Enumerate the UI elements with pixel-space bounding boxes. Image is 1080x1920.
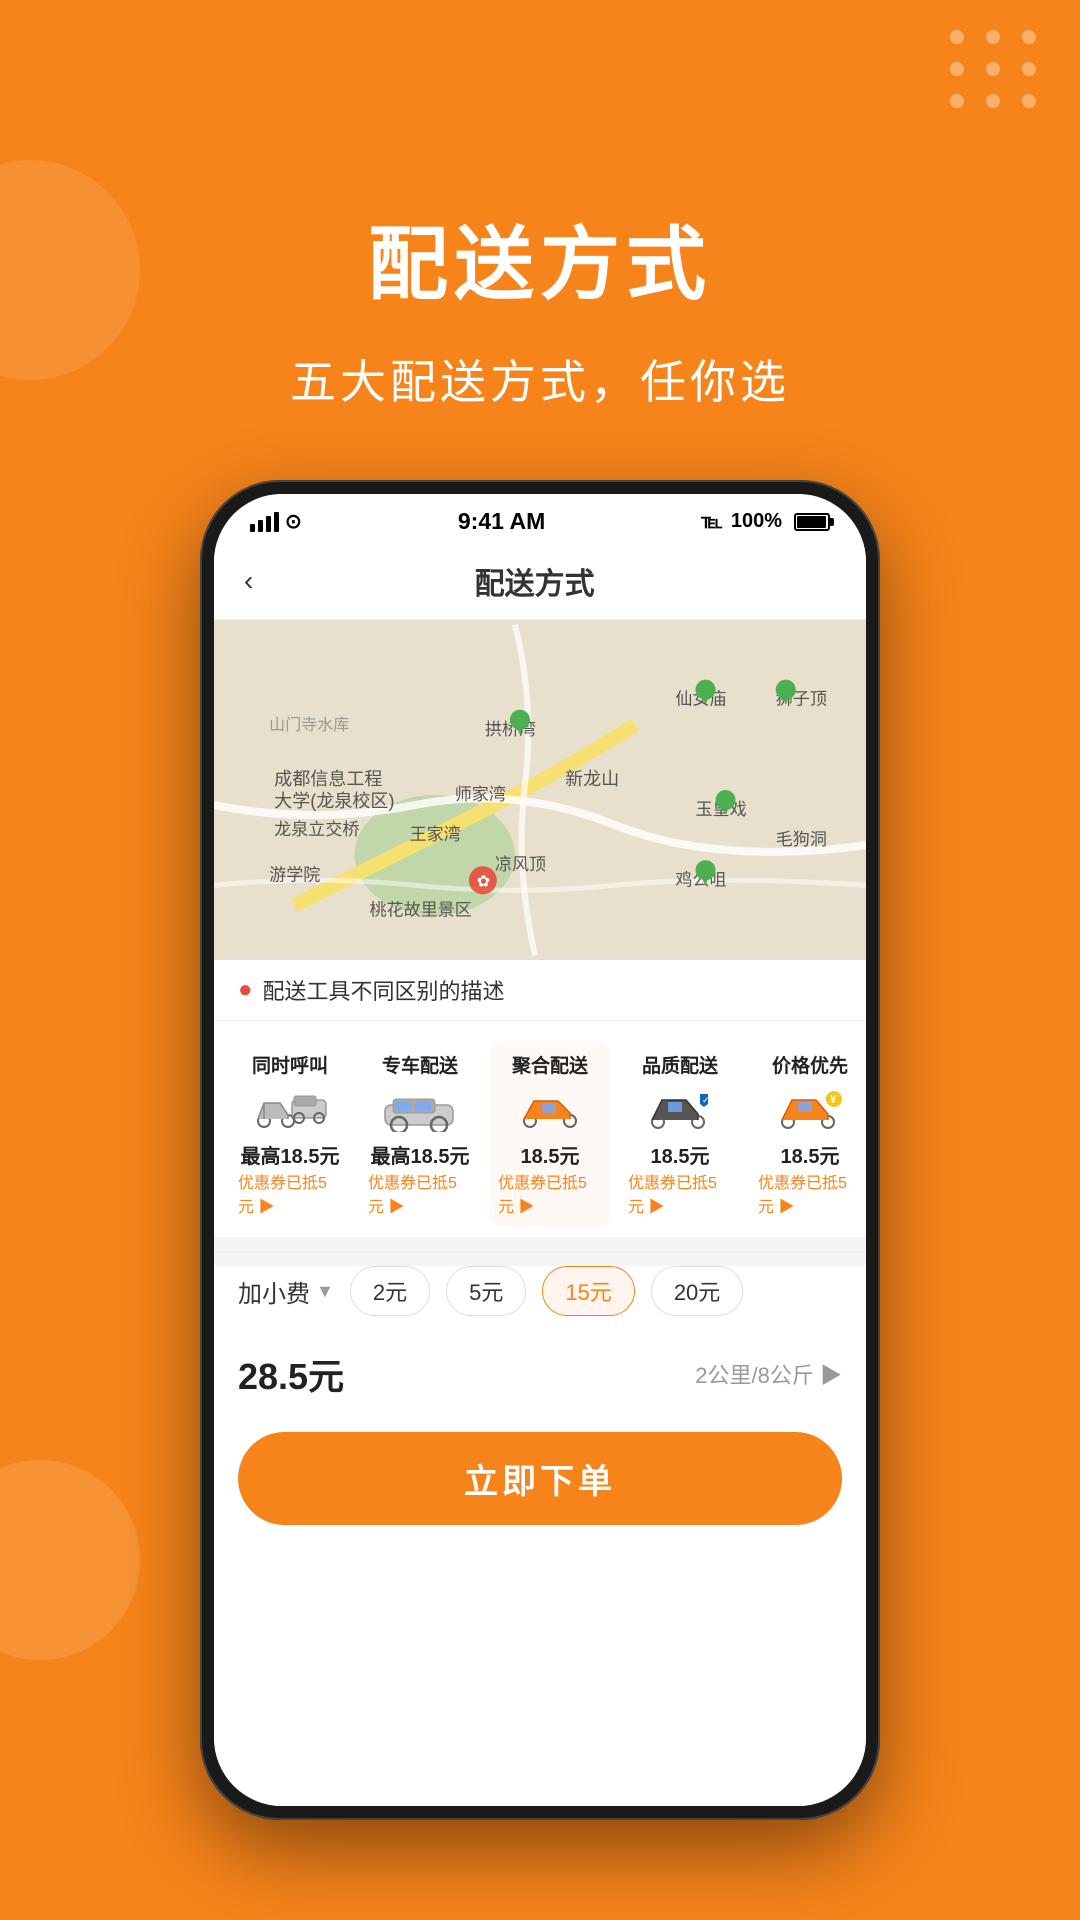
option-price-3: 18.5元	[521, 1140, 580, 1169]
option-price-2: 最高18.5元	[371, 1140, 470, 1169]
extra-fee-row: 加小费 ▼ 2元 5元 15元 20元	[238, 1266, 842, 1316]
signal-icon	[250, 512, 279, 532]
option-price-5: 18.5元	[781, 1140, 840, 1169]
total-info-row: 28.5元 2公里/8公斤 ▶	[214, 1348, 866, 1416]
map-svg: 成都信息工程 大学(龙泉校区) 龙泉立交桥 游学院 王家湾 桃花故里景区 拱桥湾…	[214, 620, 866, 960]
extra-fee-section: 加小费 ▼ 2元 5元 15元 20元	[214, 1266, 866, 1348]
page-title: 配送方式	[0, 200, 1080, 316]
option-coupon-4: 优惠券已抵5元 ▶	[628, 1169, 732, 1217]
order-button[interactable]: 立即下单	[238, 1432, 842, 1525]
options-scroll[interactable]: 同时呼叫	[214, 1041, 866, 1227]
screen-bottom	[214, 1549, 866, 1806]
option-coupon-2: 优惠券已抵5元 ▶	[368, 1169, 472, 1217]
option-express-car[interactable]: 专车配送 最高18.5元 优惠券已抵	[360, 1041, 480, 1227]
option-coupon-1: 优惠券已抵5元 ▶	[238, 1169, 342, 1217]
option-coupon-5: 优惠券已抵5元 ▶	[758, 1169, 862, 1217]
warning-icon: ●	[238, 976, 253, 1004]
decorative-dot-grid	[950, 30, 1040, 108]
fee-option-4[interactable]: 20元	[651, 1266, 743, 1316]
option-price-4: 18.5元	[651, 1140, 710, 1169]
svg-text:✓: ✓	[702, 1095, 710, 1105]
extra-fee-chevron: ▼	[316, 1281, 334, 1302]
delivery-options: 同时呼叫	[214, 1021, 866, 1237]
option-simultaneous[interactable]: 同时呼叫	[230, 1041, 350, 1227]
option-img-5: ¥	[770, 1086, 850, 1132]
fee-option-2[interactable]: 5元	[446, 1266, 526, 1316]
svg-text:新龙山: 新龙山	[565, 769, 619, 789]
phone-screen: ⊙ 9:41 AM ℡ 100% ‹ 配送方式	[214, 494, 866, 1806]
distance-info: 2公里/8公斤 ▶	[695, 1358, 842, 1390]
phone-mockup: ⊙ 9:41 AM ℡ 100% ‹ 配送方式	[200, 480, 880, 1820]
header-section: 配送方式 五大配送方式，任你选	[0, 200, 1080, 412]
svg-text:✿: ✿	[477, 872, 490, 890]
status-right: ℡ 100%	[701, 509, 830, 534]
map-area[interactable]: 成都信息工程 大学(龙泉校区) 龙泉立交桥 游学院 王家湾 桃花故里景区 拱桥湾…	[214, 620, 866, 960]
svg-text:王家湾: 王家湾	[410, 825, 461, 844]
option-name-4: 品质配送	[642, 1051, 718, 1078]
nav-bar: ‹ 配送方式	[214, 543, 866, 620]
phone-shell: ⊙ 9:41 AM ℡ 100% ‹ 配送方式	[200, 480, 880, 1820]
svg-text:凉风顶: 凉风顶	[495, 855, 546, 874]
option-coupon-3: 优惠券已抵5元 ▶	[498, 1169, 602, 1217]
status-bar: ⊙ 9:41 AM ℡ 100%	[214, 494, 866, 543]
svg-text:龙泉立交桥: 龙泉立交桥	[274, 820, 359, 839]
svg-text:毛狗洞: 毛狗洞	[776, 830, 827, 849]
svg-text:师家湾: 师家湾	[455, 785, 506, 804]
total-price: 28.5元	[238, 1348, 344, 1400]
option-price-first[interactable]: 价格优先 ¥ 18.5元	[750, 1041, 866, 1227]
option-aggregate[interactable]: 聚合配送 18.5元 优惠券已抵5元 ▶	[490, 1041, 610, 1227]
option-price-1: 最高18.5元	[241, 1140, 340, 1169]
svg-text:成都信息工程: 成都信息工程	[274, 769, 382, 789]
wifi-icon: ⊙	[285, 509, 302, 534]
warning-bar: ● 配送工具不同区别的描述	[214, 960, 866, 1021]
status-left: ⊙	[250, 509, 302, 534]
order-btn-wrap: 立即下单	[214, 1416, 866, 1549]
option-img-3	[510, 1086, 590, 1132]
svg-text:桃花故里景区: 桃花故里景区	[369, 900, 471, 919]
back-button[interactable]: ‹	[244, 565, 253, 597]
status-time: 9:41 AM	[458, 508, 545, 535]
option-img-1	[250, 1086, 330, 1132]
option-img-4: ✓	[640, 1086, 720, 1132]
battery-icon	[794, 513, 830, 531]
svg-text:游学院: 游学院	[269, 865, 320, 884]
option-img-2	[380, 1086, 460, 1132]
extra-fee-label: 加小费 ▼	[238, 1274, 334, 1309]
section-divider	[214, 1251, 866, 1252]
bluetooth-icon: ℡	[701, 509, 722, 534]
option-name-2: 专车配送	[382, 1051, 458, 1078]
svg-text:¥: ¥	[830, 1094, 837, 1106]
option-name-5: 价格优先	[772, 1051, 848, 1078]
option-quality[interactable]: 品质配送 ✓ 18.5元	[620, 1041, 740, 1227]
page-subtitle: 五大配送方式，任你选	[0, 346, 1080, 412]
svg-text:山门寺水库: 山门寺水库	[269, 716, 349, 734]
option-name-3: 聚合配送	[512, 1051, 588, 1078]
warning-text: 配送工具不同区别的描述	[263, 974, 505, 1006]
battery-pct: 100%	[731, 510, 782, 533]
fee-option-1[interactable]: 2元	[350, 1266, 430, 1316]
svg-text:大学(龙泉校区): 大学(龙泉校区)	[274, 791, 394, 811]
nav-title: 配送方式	[273, 559, 796, 603]
decorative-arc-bl	[0, 1460, 140, 1660]
fee-option-3[interactable]: 15元	[542, 1266, 634, 1316]
option-name-1: 同时呼叫	[252, 1051, 328, 1078]
